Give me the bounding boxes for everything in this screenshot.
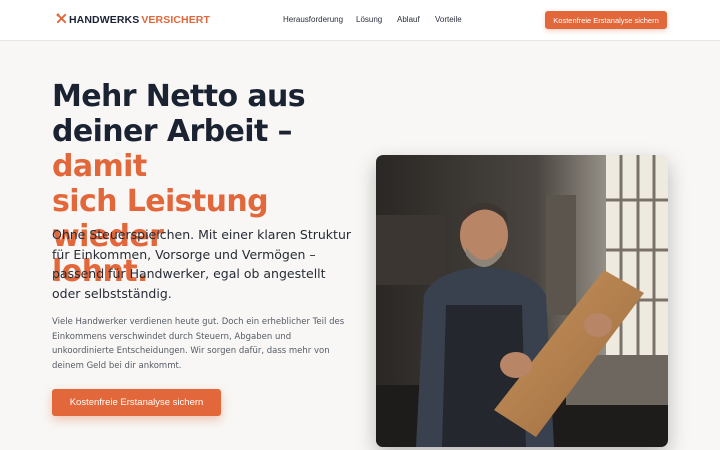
tools-icon xyxy=(56,13,67,27)
headline-line-2: deiner Arbeit – xyxy=(52,114,293,149)
nav-loesung[interactable]: Lösung xyxy=(356,15,382,24)
brand-logo[interactable]: HANDWERKS VERSICHERT xyxy=(56,13,210,27)
nav-ablauf[interactable]: Ablauf xyxy=(397,15,420,24)
logo-text-primary: HANDWERKS xyxy=(69,14,140,26)
headline-accent-1: damit xyxy=(52,149,147,184)
logo-text-accent: VERSICHERT xyxy=(141,14,211,26)
header-cta-button[interactable]: Kostenfreie Erstanalyse sichern xyxy=(545,11,667,29)
hero-body: Viele Handwerker verdienen heute gut. Do… xyxy=(52,317,345,371)
headline-line-1: Mehr Netto aus xyxy=(52,79,306,114)
hero-lead: Ohne Steuerspielchen. Mit einer klaren S… xyxy=(52,227,352,301)
hero-cta-button[interactable]: Kostenfreie Erstanalyse sichern xyxy=(52,389,221,416)
nav-vorteile[interactable]: Vorteile xyxy=(435,15,462,24)
site-header: HANDWERKS VERSICHERT Herausforderung Lösu… xyxy=(0,0,720,41)
nav-herausforderung[interactable]: Herausforderung xyxy=(283,15,343,24)
hero-photo-craftsman xyxy=(376,155,668,447)
